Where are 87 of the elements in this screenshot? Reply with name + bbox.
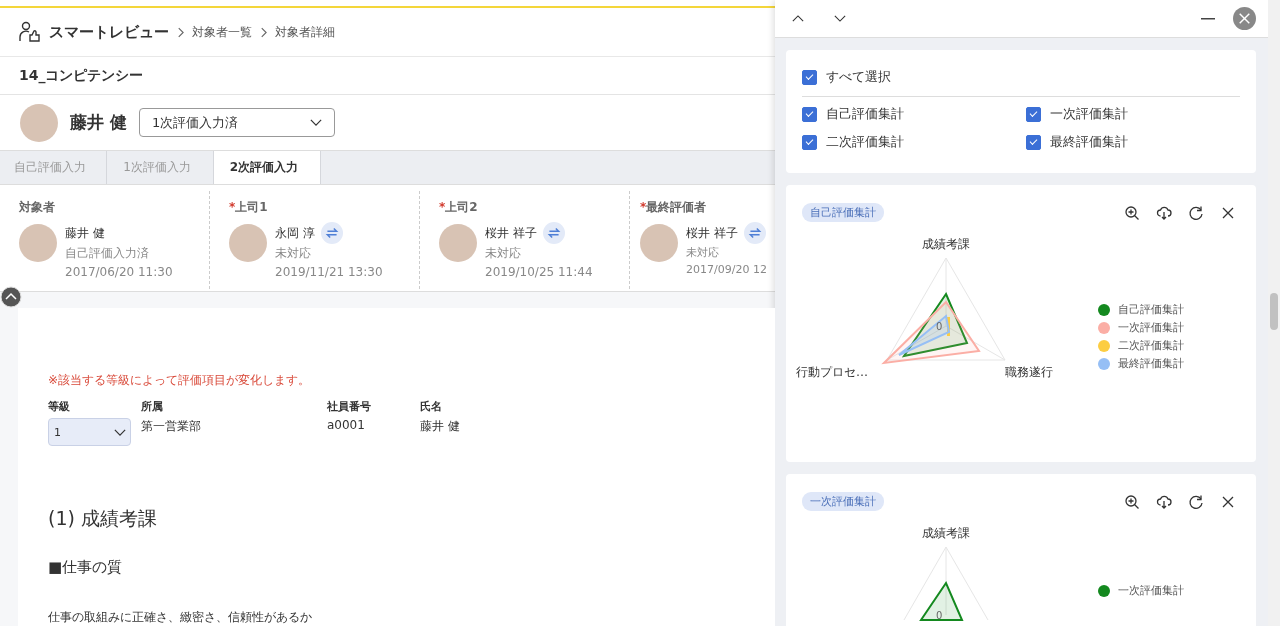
checkbox-label[interactable]: すべて選択 [826, 68, 891, 86]
person-name: 藤井 健 [70, 111, 127, 134]
step-tab[interactable]: 2次評価入力 [214, 151, 321, 184]
legend-label: 自己評価集計 [1118, 302, 1184, 317]
cloud-download-icon[interactable] [1156, 493, 1172, 510]
breadcrumb-link[interactable]: 対象者詳細 [275, 23, 335, 41]
field-label: 社員番号 [327, 399, 372, 414]
app-title[interactable]: スマートレビュー [49, 22, 169, 42]
role-label: 上司2 [445, 200, 478, 214]
required-mark: * [229, 200, 236, 214]
checkbox-label[interactable]: 自己評価集計 [826, 105, 904, 123]
evaluator-status: 未対応 [686, 245, 720, 260]
legend-label: 一次評価集計 [1118, 320, 1184, 335]
checkbox-label[interactable]: 最終評価集計 [1050, 133, 1128, 151]
swap-icon[interactable] [320, 222, 343, 244]
avatar [640, 224, 678, 262]
close-button[interactable] [1233, 7, 1256, 30]
page-title: 14_コンピテンシー [19, 66, 144, 85]
avatar [229, 224, 267, 262]
radar-series [919, 580, 964, 621]
role-label: 対象者 [19, 200, 55, 214]
field-label: 等級 [48, 399, 71, 414]
question-text: 仕事の取組みに正確さ、緻密さ、信頼性があるか [48, 609, 313, 626]
refresh-icon[interactable] [1188, 493, 1204, 510]
user-thumb-icon [19, 21, 41, 43]
evaluator-name: 桜井 祥子 [485, 224, 537, 242]
chevron-down-icon [309, 119, 322, 126]
axis-label: 成績考課 [922, 526, 970, 540]
field-label: 所属 [141, 399, 164, 414]
chart-tag: 自己評価集計 [802, 203, 884, 222]
breadcrumb-link[interactable]: 対象者一覧 [192, 23, 252, 41]
scrollbar-thumb[interactable] [1270, 293, 1278, 330]
checkbox-label[interactable]: 二次評価集計 [826, 133, 904, 151]
axis-label: 成績考課 [922, 237, 970, 251]
evaluator-status: 自己評価入力済 [65, 245, 150, 262]
axis-zero-label: 0 [936, 321, 943, 332]
legend-label: 二次評価集計 [1118, 338, 1184, 353]
chart-tag: 一次評価集計 [802, 492, 884, 511]
evaluator-date: 2017/06/20 11:30 [65, 265, 173, 279]
grade-select[interactable]: 1 [48, 418, 131, 446]
notice-text: ※該当する等級によって評価項目が変化します。 [48, 372, 312, 389]
evaluator-name: 桜井 祥子 [686, 224, 738, 242]
role-label: 上司1 [235, 200, 268, 214]
swap-icon[interactable] [743, 222, 766, 244]
field-value: 第一営業部 [141, 418, 202, 435]
collapse-button[interactable] [0, 286, 22, 308]
checkbox-label[interactable]: 一次評価集計 [1050, 105, 1128, 123]
evaluator-status: 未対応 [275, 245, 312, 262]
cloud-download-icon[interactable] [1156, 204, 1172, 221]
field-label: 氏名 [420, 399, 443, 414]
axis-zero-label: 0 [936, 610, 943, 621]
checkbox[interactable] [802, 106, 817, 122]
required-mark: * [439, 200, 446, 214]
section-title: (1) 成績考課 [48, 506, 158, 531]
field-value: a0001 [327, 418, 366, 432]
zoom-in-icon[interactable] [1124, 204, 1140, 221]
avatar [19, 224, 57, 262]
chevron-down-icon [114, 428, 126, 436]
evaluator-name: 永岡 淳 [275, 224, 315, 242]
legend-label: 一次評価集計 [1118, 583, 1184, 598]
evaluator-date: 2017/09/20 12 [686, 263, 767, 276]
zoom-in-icon[interactable] [1124, 493, 1140, 510]
checkbox[interactable] [802, 134, 817, 150]
role-label: 最終評価者 [646, 200, 707, 214]
axis-label: 行動プロセ… [796, 365, 868, 379]
required-mark: * [640, 200, 647, 214]
avatar [439, 224, 477, 262]
swap-icon[interactable] [542, 222, 565, 244]
avatar [20, 103, 58, 142]
chevron-up-icon[interactable] [792, 15, 804, 22]
legend-label: 最終評価集計 [1118, 356, 1184, 371]
checkbox[interactable] [1026, 134, 1041, 150]
evaluator-status: 未対応 [485, 245, 522, 262]
chevron-down-icon[interactable] [834, 15, 846, 22]
subsection-title: ■仕事の質 [48, 558, 124, 577]
evaluator-date: 2019/10/25 11:44 [485, 265, 593, 279]
checkbox[interactable] [1026, 106, 1041, 122]
evaluator-date: 2019/11/21 13:30 [275, 265, 383, 279]
field-value: 藤井 健 [420, 418, 460, 435]
chevron-right-icon [177, 26, 184, 38]
chevron-right-icon [260, 26, 267, 38]
axis-label: 職務遂行 [1005, 365, 1053, 379]
checkbox[interactable] [802, 69, 817, 85]
refresh-icon[interactable] [1188, 204, 1204, 221]
evaluator-name: 藤井 健 [65, 224, 105, 242]
status-select[interactable]: 1次評価入力済 [138, 108, 335, 137]
minimize-icon[interactable] [1201, 17, 1215, 20]
